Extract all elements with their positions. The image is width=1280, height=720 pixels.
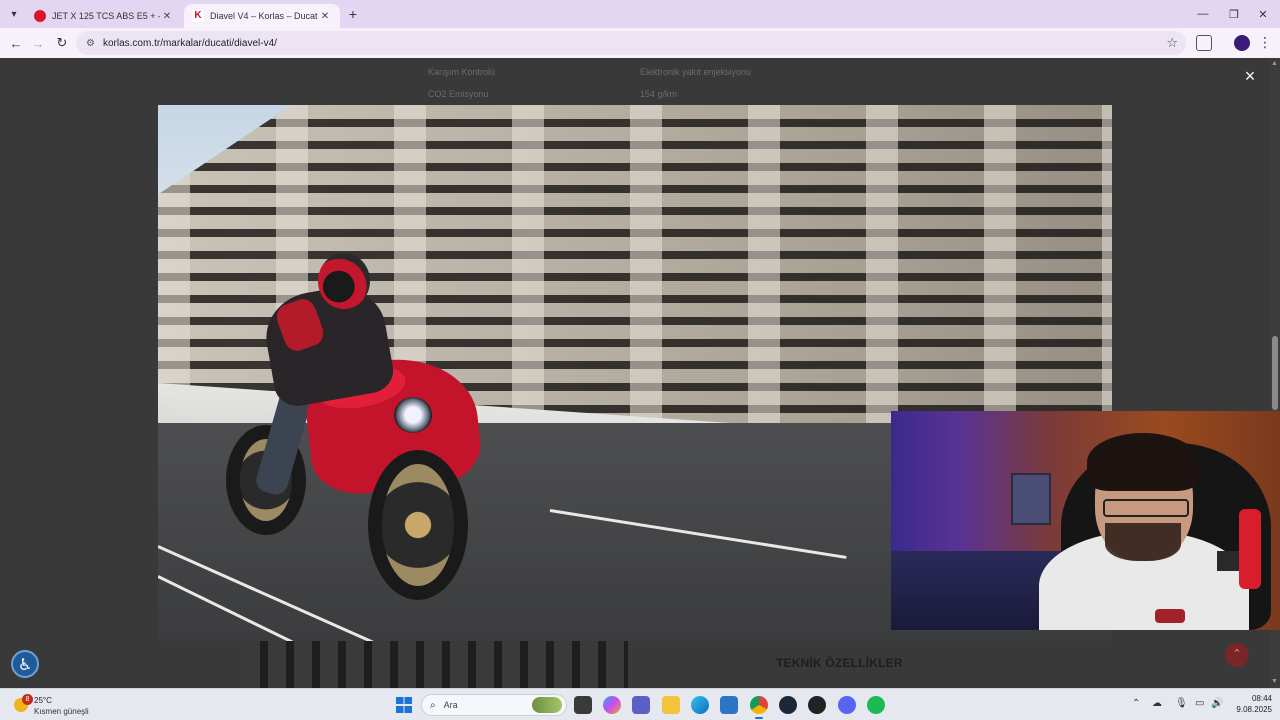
- profile-avatar[interactable]: [1234, 35, 1250, 51]
- spec-label: CO2 Emisyonu: [428, 89, 489, 99]
- forward-icon[interactable]: →: [28, 33, 48, 53]
- section-heading: TEKNİK ÖZELLİKLER: [776, 656, 903, 670]
- webcam-beard: [1105, 523, 1181, 561]
- taskbar: 8 25°C Kısmen güneşli ⌕ Ara ⌃ ☁ 🎙 ▭ 🔊 08…: [0, 688, 1280, 720]
- onedrive-icon[interactable]: ☁: [1152, 698, 1162, 709]
- task-view-icon[interactable]: [574, 696, 592, 714]
- site-settings-icon[interactable]: ⚙: [86, 38, 95, 49]
- tray-chevron-up-icon[interactable]: ⌃: [1132, 698, 1140, 709]
- spec-value: Elektronik yakıt enjeksiyonu: [640, 67, 752, 77]
- tab-close-icon[interactable]: ✕: [318, 11, 332, 22]
- tab-search-chevron-icon[interactable]: ▾: [4, 4, 24, 24]
- spec-value: 154 g/km: [640, 89, 678, 99]
- system-clock[interactable]: 08:44 9.08.2025: [1232, 693, 1272, 715]
- lightbox-close-button[interactable]: ×: [1240, 66, 1260, 86]
- webcam-poster: [1011, 473, 1051, 525]
- webcam-glasses: [1103, 499, 1189, 517]
- scroll-down-icon[interactable]: ▼: [1271, 678, 1278, 685]
- bookmark-star-icon[interactable]: ☆: [1166, 35, 1178, 51]
- search-highlight-art: [532, 697, 562, 713]
- scrollbar-thumb[interactable]: [1272, 336, 1278, 410]
- teams-icon[interactable]: [632, 696, 650, 714]
- microphone-icon[interactable]: 🎙: [1175, 698, 1188, 709]
- steam-icon[interactable]: [779, 696, 797, 714]
- webcam-overlay: [891, 411, 1280, 630]
- window-close-icon[interactable]: ✕: [1246, 0, 1280, 28]
- new-tab-icon[interactable]: +: [344, 5, 362, 23]
- scroll-to-top-button[interactable]: ⌃: [1225, 643, 1249, 667]
- webcam-hair: [1087, 433, 1199, 491]
- extensions-icon[interactable]: [1196, 35, 1212, 51]
- browser-menu-icon[interactable]: ⋮: [1258, 34, 1272, 51]
- scroll-up-icon[interactable]: ▲: [1271, 60, 1278, 67]
- copilot-icon[interactable]: [603, 696, 621, 714]
- discord-icon[interactable]: [838, 696, 856, 714]
- back-icon[interactable]: ←: [6, 33, 26, 53]
- file-explorer-icon[interactable]: [662, 696, 680, 714]
- chrome-icon[interactable]: [750, 696, 768, 719]
- sym-favicon-icon: [34, 10, 46, 22]
- tab-korlas[interactable]: K Diavel V4 – Korlas – Ducati, Triu ✕: [184, 4, 340, 28]
- browser-toolbar: ← → ↻ ⚙ korlas.com.tr/markalar/ducati/di…: [0, 28, 1280, 58]
- clock-date: 9.08.2025: [1236, 705, 1272, 714]
- accessibility-button[interactable]: ♿: [11, 650, 39, 678]
- motorcycle-headlight: [394, 397, 432, 433]
- tab-strip: ▾ JET X 125 TCS ABS E5 + – SYM ✕ K Diave…: [0, 0, 1280, 28]
- start-windows-icon[interactable]: [396, 697, 412, 713]
- minimize-icon[interactable]: —: [1186, 0, 1220, 28]
- tab-close-icon[interactable]: ✕: [160, 11, 174, 22]
- spotify-icon[interactable]: [867, 696, 885, 714]
- weather-badge: 8: [22, 694, 33, 705]
- clock-time: 08:44: [1251, 694, 1272, 703]
- spec-row: CO2 Emisyonu 154 g/km: [428, 89, 988, 99]
- search-icon: ⌕: [430, 699, 436, 711]
- tab-sym[interactable]: JET X 125 TCS ABS E5 + – SYM ✕: [26, 4, 182, 28]
- epic-games-icon[interactable]: [808, 696, 826, 714]
- address-bar[interactable]: ⚙ korlas.com.tr/markalar/ducati/diavel-v…: [76, 31, 1186, 55]
- accessibility-icon: ♿: [17, 657, 33, 674]
- volume-icon[interactable]: 🔊: [1211, 698, 1223, 709]
- network-icon[interactable]: ▭: [1195, 698, 1204, 709]
- store-icon[interactable]: [720, 696, 738, 714]
- spec-label: Karışım Kontrolü: [428, 67, 496, 77]
- url-text: korlas.com.tr/markalar/ducati/diavel-v4/: [102, 37, 277, 49]
- weather-temp: 25°C: [34, 696, 52, 705]
- taskbar-search[interactable]: ⌕ Ara: [421, 694, 567, 716]
- edge-icon[interactable]: [691, 696, 709, 714]
- webcam-desk: [891, 551, 1061, 630]
- front-wheel: [368, 450, 468, 600]
- tab-title: JET X 125 TCS ABS E5 + – SYM: [52, 11, 160, 21]
- reload-icon[interactable]: ↻: [52, 33, 72, 53]
- korlas-favicon-icon: K: [192, 10, 204, 22]
- weather-widget[interactable]: 8 25°C Kısmen güneşli: [12, 693, 132, 717]
- product-image-thumbnail[interactable]: [242, 641, 628, 688]
- spec-row: Karışım Kontrolü Elektronik yakıt enjeks…: [428, 67, 988, 77]
- weather-condition: Kısmen güneşli: [34, 707, 89, 716]
- rider-helmet: [318, 253, 370, 309]
- search-placeholder: Ara: [443, 700, 458, 710]
- webcam-shirt-logo: [1155, 609, 1185, 623]
- chevron-up-icon: ⌃: [1232, 648, 1242, 660]
- tab-title: Diavel V4 – Korlas – Ducati, Triu: [210, 11, 318, 21]
- webcam-microphone: [1239, 509, 1261, 589]
- running-indicator: [755, 717, 763, 719]
